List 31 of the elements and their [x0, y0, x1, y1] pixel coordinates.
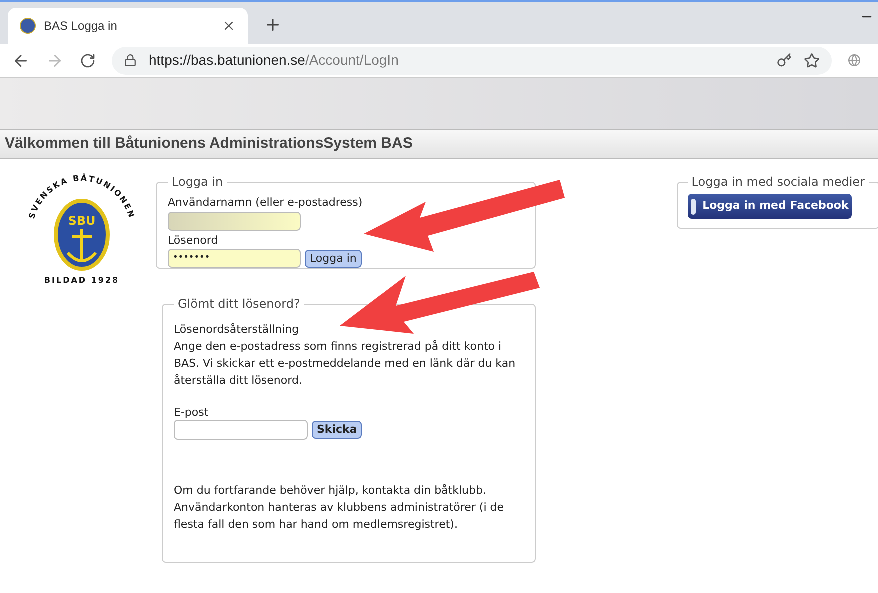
panel-legend: Glömt ditt lösenord? [174, 295, 304, 313]
url-text: https://bas.batunionen.se/Account/LogIn [149, 51, 400, 70]
section-title: Lösenordsåterställning [174, 322, 300, 338]
facebook-login-button[interactable]: Logga in med Facebook [688, 194, 852, 219]
password-label: Lösenord [168, 232, 220, 248]
browser-tab[interactable]: BAS Logga in [8, 8, 248, 44]
address-bar[interactable]: https://bas.batunionen.se/Account/LogIn [112, 46, 832, 74]
lock-icon [124, 54, 137, 67]
star-icon[interactable] [804, 52, 820, 68]
email-field[interactable] [174, 420, 308, 440]
logo-ring-text: BILDAD 1928 [44, 276, 120, 285]
password-field[interactable]: ••••••• [168, 249, 301, 268]
extension-icon[interactable] [848, 54, 861, 67]
tab-title: BAS Logga in [44, 18, 118, 35]
close-icon[interactable] [222, 19, 236, 33]
help-text: Om du fortfarande behöver hjälp, kontakta din båtklubb. [174, 483, 488, 499]
panel-legend: Logga in [168, 173, 228, 191]
new-tab-icon[interactable] [264, 16, 282, 34]
login-button[interactable]: Logga in [305, 250, 362, 268]
panel-legend: Logga in med sociala medier [688, 173, 869, 191]
logo-text: SBU [68, 214, 96, 228]
reload-icon[interactable] [80, 52, 96, 68]
send-button[interactable]: Skicka [312, 421, 362, 439]
page-heading: Välkommen till Båtunionens AdministrationsSystem BAS [5, 134, 413, 154]
username-label: Användarnamn (eller e-postadress) [168, 195, 364, 211]
username-field[interactable] [168, 212, 301, 230]
favicon-icon [20, 18, 36, 34]
key-icon[interactable] [777, 53, 792, 68]
admin-text: Användarkonton hanteras av klubbens administratörer (i de flesta fall den som har hand om medlemsregistret). [174, 500, 506, 533]
instruction-text: Ange den e-postadress som finns registrerad på ditt konto i BAS. Vi skickar ett e-postmeddelande med en länk där du kan återställa ditt lösenord. [174, 339, 517, 389]
email-label: E-post [174, 406, 210, 420]
